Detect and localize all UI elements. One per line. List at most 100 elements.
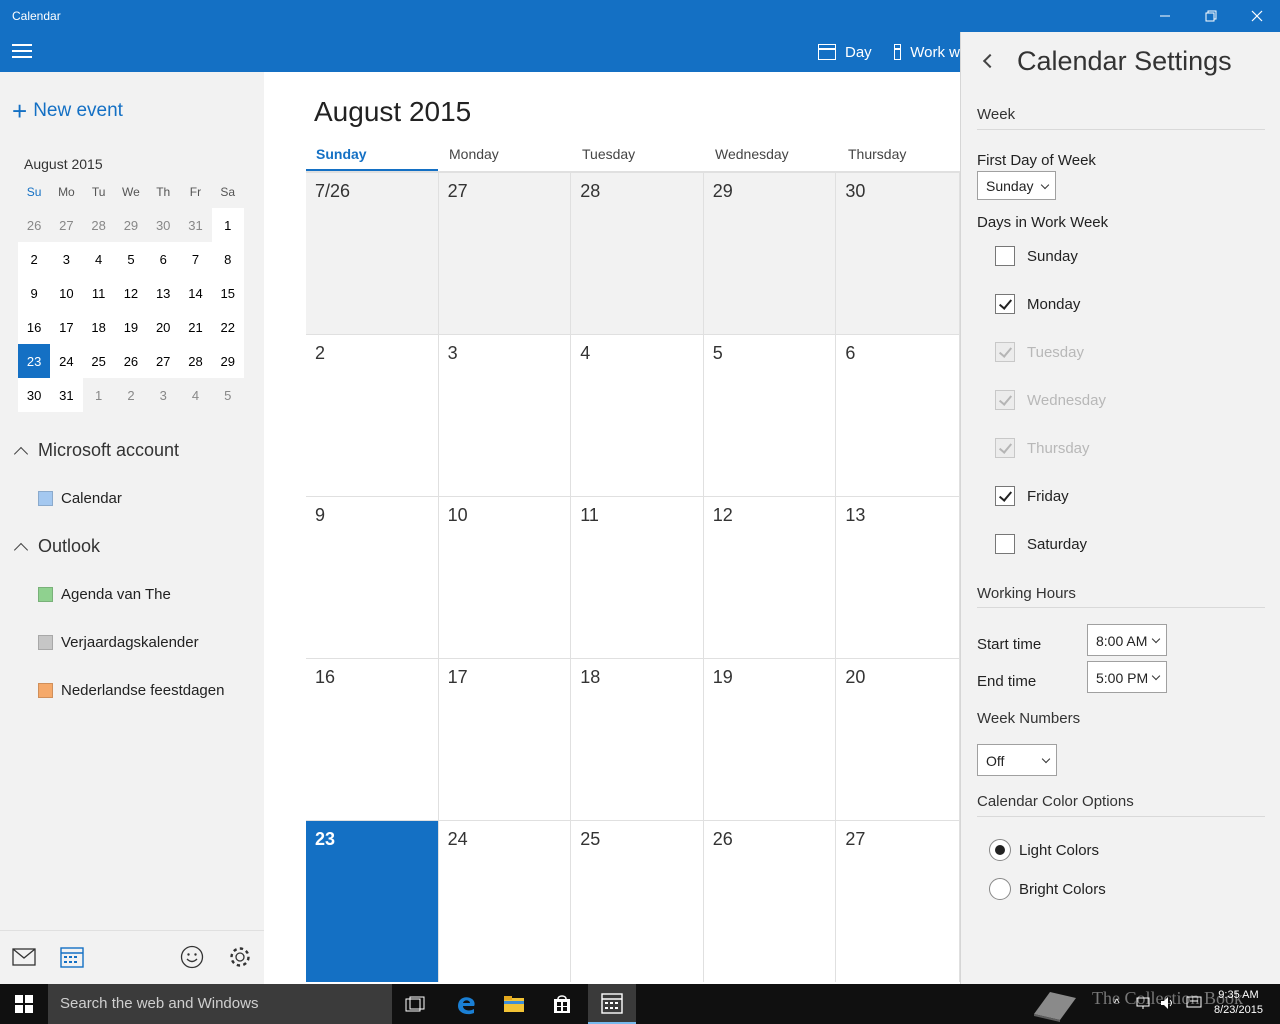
mini-calendar-day[interactable]: 19 bbox=[114, 310, 148, 344]
mini-calendar-day[interactable]: 31 bbox=[50, 378, 83, 412]
mini-calendar-day[interactable]: 4 bbox=[82, 242, 115, 276]
month-day-cell[interactable]: 28 bbox=[571, 172, 704, 334]
month-day-cell[interactable]: 16 bbox=[306, 658, 439, 820]
month-day-cell[interactable]: 27 bbox=[836, 820, 960, 982]
calendar-app-taskbar-icon[interactable] bbox=[588, 984, 636, 1024]
calendar-item-verjaardagskalender[interactable]: Verjaardagskalender bbox=[38, 634, 199, 651]
file-explorer-icon[interactable] bbox=[490, 984, 538, 1024]
mini-calendar-day[interactable]: 10 bbox=[50, 276, 83, 310]
mini-calendar-day[interactable]: 14 bbox=[179, 276, 212, 310]
network-icon[interactable] bbox=[1136, 996, 1152, 1013]
month-day-cell[interactable]: 7/26 bbox=[306, 172, 439, 334]
group-microsoft-account[interactable]: Microsoft account bbox=[12, 440, 179, 461]
mini-calendar-day[interactable]: 27 bbox=[147, 344, 180, 378]
close-button[interactable] bbox=[1234, 0, 1280, 32]
group-outlook[interactable]: Outlook bbox=[12, 536, 100, 557]
month-day-cell[interactable]: 12 bbox=[703, 496, 837, 658]
checkbox[interactable] bbox=[995, 294, 1015, 314]
hamburger-menu-icon[interactable] bbox=[12, 44, 32, 60]
mini-calendar-day[interactable]: 30 bbox=[147, 208, 180, 242]
month-day-cell[interactable]: 3 bbox=[438, 334, 572, 496]
taskbar-search-input[interactable]: Search the web and Windows bbox=[48, 984, 392, 1024]
start-button[interactable] bbox=[0, 984, 48, 1024]
mini-calendar-day[interactable]: 25 bbox=[82, 344, 115, 378]
mini-calendar-day[interactable]: 1 bbox=[211, 208, 244, 242]
mini-calendar-day[interactable]: 3 bbox=[50, 242, 83, 276]
radio-light-colors[interactable]: Light Colors bbox=[989, 839, 1099, 861]
mini-calendar-day[interactable]: 9 bbox=[18, 276, 51, 310]
workday-monday[interactable]: Monday bbox=[995, 294, 1080, 314]
start-time-select[interactable]: 8:00 AM bbox=[1087, 624, 1167, 656]
month-day-cell[interactable]: 11 bbox=[571, 496, 704, 658]
mini-calendar-day[interactable]: 26 bbox=[114, 344, 148, 378]
month-day-cell[interactable]: 30 bbox=[836, 172, 960, 334]
mini-calendar-day[interactable]: 13 bbox=[147, 276, 180, 310]
calendar-item-calendar[interactable]: Calendar bbox=[38, 490, 122, 507]
mini-calendar-day[interactable]: 18 bbox=[82, 310, 115, 344]
month-day-cell[interactable]: 26 bbox=[703, 820, 837, 982]
mini-calendar-day[interactable]: 8 bbox=[211, 242, 244, 276]
month-day-cell[interactable]: 9 bbox=[306, 496, 439, 658]
mini-calendar-day[interactable]: 22 bbox=[211, 310, 244, 344]
radio-button-selected[interactable] bbox=[989, 839, 1011, 861]
mini-calendar-day[interactable]: 2 bbox=[18, 242, 51, 276]
back-arrow-icon[interactable] bbox=[982, 53, 998, 69]
mini-calendar-day[interactable]: 3 bbox=[147, 378, 180, 412]
mini-calendar-day[interactable]: 11 bbox=[82, 276, 115, 310]
new-event-button[interactable]: + New event bbox=[12, 98, 123, 124]
volume-icon[interactable] bbox=[1160, 996, 1176, 1013]
month-day-cell[interactable]: 10 bbox=[438, 496, 572, 658]
mini-calendar-day[interactable]: 31 bbox=[179, 208, 212, 242]
mini-calendar-day[interactable]: 20 bbox=[147, 310, 180, 344]
checkbox[interactable] bbox=[995, 246, 1015, 266]
mini-calendar-day[interactable]: 15 bbox=[211, 276, 244, 310]
mini-calendar-day[interactable]: 23 bbox=[18, 344, 51, 378]
month-day-cell[interactable]: 17 bbox=[438, 658, 572, 820]
first-day-select[interactable]: Sunday bbox=[977, 171, 1056, 200]
month-day-cell[interactable]: 2 bbox=[306, 334, 439, 496]
mini-calendar-day[interactable]: 1 bbox=[82, 378, 115, 412]
mini-calendar-title[interactable]: August 2015 bbox=[24, 156, 103, 172]
chevron-up-tray-icon[interactable]: ^ bbox=[1114, 996, 1120, 1010]
checkbox[interactable] bbox=[995, 486, 1015, 506]
checkbox[interactable] bbox=[995, 534, 1015, 554]
radio-bright-colors[interactable]: Bright Colors bbox=[989, 878, 1106, 900]
mini-calendar-day[interactable]: 5 bbox=[114, 242, 148, 276]
mini-calendar-day[interactable]: 17 bbox=[50, 310, 83, 344]
month-day-cell[interactable]: 24 bbox=[438, 820, 572, 982]
month-day-cell[interactable]: 29 bbox=[703, 172, 837, 334]
end-time-select[interactable]: 5:00 PM bbox=[1087, 661, 1167, 693]
month-day-cell[interactable]: 13 bbox=[836, 496, 960, 658]
workday-saturday[interactable]: Saturday bbox=[995, 534, 1087, 554]
month-day-cell[interactable]: 25 bbox=[571, 820, 704, 982]
month-day-cell[interactable]: 6 bbox=[836, 334, 960, 496]
mini-calendar-day[interactable]: 2 bbox=[114, 378, 148, 412]
mini-calendar-day[interactable]: 29 bbox=[114, 208, 148, 242]
edge-browser-icon[interactable] bbox=[442, 984, 490, 1024]
workday-sunday[interactable]: Sunday bbox=[995, 246, 1078, 266]
task-view-icon[interactable] bbox=[392, 984, 440, 1024]
calendar-icon[interactable] bbox=[58, 943, 86, 971]
month-day-cell[interactable]: 23 bbox=[306, 820, 439, 982]
week-numbers-select[interactable]: Off bbox=[977, 744, 1057, 776]
mini-calendar-day[interactable]: 28 bbox=[82, 208, 115, 242]
mini-calendar-day[interactable]: 28 bbox=[179, 344, 212, 378]
feedback-smiley-icon[interactable] bbox=[178, 943, 206, 971]
calendar-item-feestdagen[interactable]: Nederlandse feestdagen bbox=[38, 682, 224, 699]
mini-calendar-day[interactable]: 30 bbox=[18, 378, 51, 412]
day-view-button[interactable]: Day bbox=[818, 32, 872, 72]
mail-icon[interactable] bbox=[10, 943, 38, 971]
system-clock[interactable]: 9:35 AM 8/23/2015 bbox=[1214, 988, 1263, 1018]
action-center-icon[interactable] bbox=[1186, 996, 1202, 1013]
mini-calendar-day[interactable]: 6 bbox=[147, 242, 180, 276]
mini-calendar-day[interactable]: 24 bbox=[50, 344, 83, 378]
workday-friday[interactable]: Friday bbox=[995, 486, 1069, 506]
month-day-cell[interactable]: 19 bbox=[703, 658, 837, 820]
minimize-button[interactable] bbox=[1142, 0, 1188, 32]
month-day-cell[interactable]: 4 bbox=[571, 334, 704, 496]
month-day-cell[interactable]: 27 bbox=[438, 172, 572, 334]
mini-calendar-day[interactable]: 21 bbox=[179, 310, 212, 344]
mini-calendar-day[interactable]: 16 bbox=[18, 310, 51, 344]
store-icon[interactable] bbox=[538, 984, 586, 1024]
mini-calendar-day[interactable]: 29 bbox=[211, 344, 244, 378]
